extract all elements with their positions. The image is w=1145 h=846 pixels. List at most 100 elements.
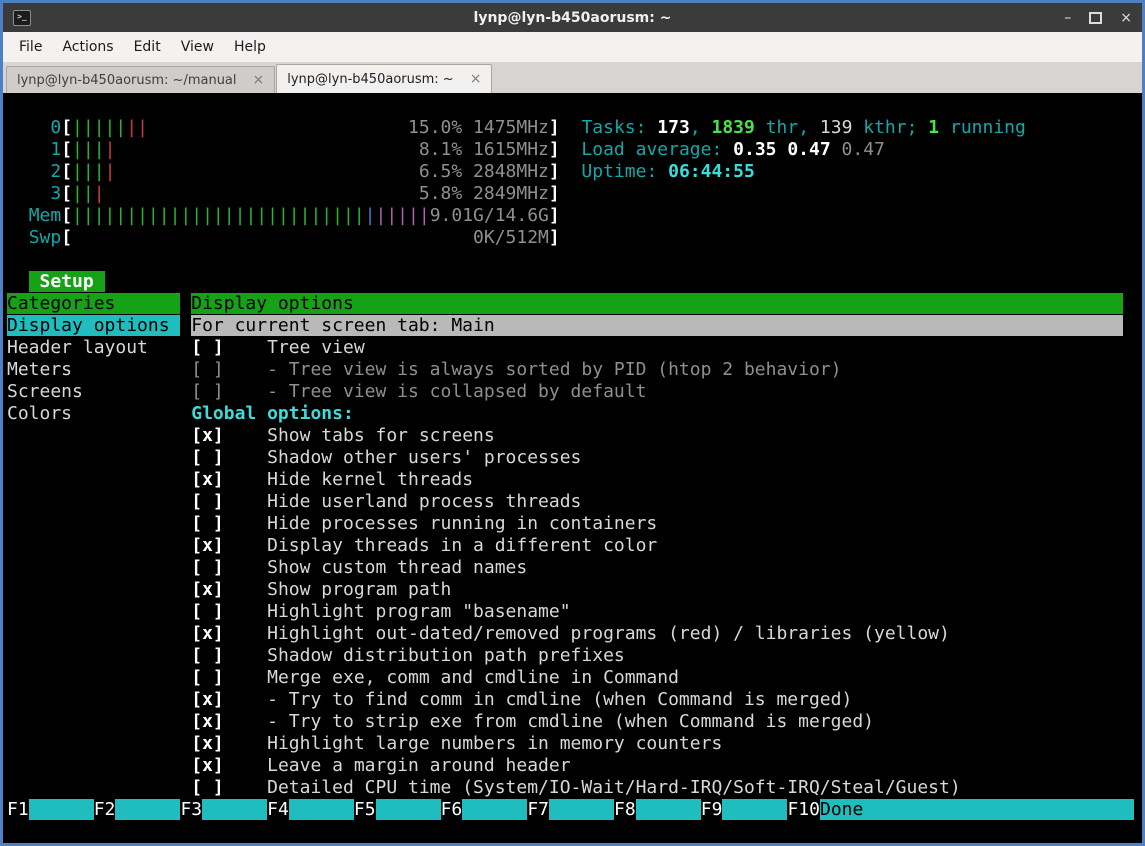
term-text: [ xyxy=(191,777,202,798)
fkey-action-F9[interactable] xyxy=(722,799,787,820)
fkey-action-F8[interactable] xyxy=(636,799,701,820)
term-text: ] xyxy=(213,513,224,534)
term-text: [ xyxy=(61,227,72,248)
tab-close-icon[interactable]: × xyxy=(253,72,265,88)
option-row-20[interactable]: [ ] Detailed CPU time (System/IO-Wait/Ha… xyxy=(7,777,1142,799)
maximize-button[interactable] xyxy=(1089,12,1102,24)
term-text xyxy=(224,777,267,798)
fkey-action-F3[interactable] xyxy=(202,799,267,820)
term-text xyxy=(224,535,267,556)
term-text xyxy=(202,557,213,578)
terminal-app-icon: >_ xyxy=(13,10,31,26)
option-row-4[interactable]: [x] Show tabs for screens xyxy=(7,425,1142,447)
term-text: [ xyxy=(191,359,202,380)
option-row-17[interactable]: [x] - Try to strip exe from cmdline (whe… xyxy=(7,711,1142,733)
term-text: - Try to strip exe from cmdline (when Co… xyxy=(267,711,874,732)
category-screens[interactable]: Screens [ ] - Tree view is collapsed by … xyxy=(7,381,1142,403)
term-text: 0.47 xyxy=(842,139,885,160)
tab-close-icon[interactable]: × xyxy=(470,71,482,87)
option-row-13[interactable]: [x] Highlight out-dated/removed programs… xyxy=(7,623,1142,645)
option-row-14[interactable]: [ ] Shadow distribution path prefixes xyxy=(7,645,1142,667)
close-button[interactable]: × xyxy=(1120,11,1132,25)
term-text xyxy=(224,579,267,600)
cpu2-meter-row: 2[|||| 6.5% 2848MHz] Uptime: 06:44:55 xyxy=(7,161,1142,183)
menu-item-actions[interactable]: Actions xyxy=(52,39,123,55)
option-row-12[interactable]: [ ] Highlight program "basename" xyxy=(7,601,1142,623)
terminal-tab-1[interactable]: lynp@lyn-b450aorusm: ~/manual× xyxy=(6,66,275,93)
fkey-label-F4[interactable]: F4 xyxy=(267,799,289,820)
term-text: Load average: xyxy=(581,139,733,160)
fkey-label-F7[interactable]: F7 xyxy=(527,799,549,820)
term-text xyxy=(224,755,267,776)
term-text xyxy=(115,161,418,182)
fkey-label-F10[interactable]: F10 xyxy=(787,799,820,820)
term-text: x xyxy=(202,755,213,776)
menu-item-view[interactable]: View xyxy=(171,39,224,55)
term-text xyxy=(224,469,267,490)
option-row-7[interactable]: [ ] Hide userland process threads xyxy=(7,491,1142,513)
option-row-10[interactable]: [ ] Show custom thread names xyxy=(7,557,1142,579)
menu-item-file[interactable]: File xyxy=(9,39,52,55)
fkey-action-F4[interactable] xyxy=(289,799,354,820)
fkey-label-F5[interactable]: F5 xyxy=(354,799,376,820)
category-meters[interactable]: Meters [ ] - Tree view is always sorted … xyxy=(7,359,1142,381)
fkey-label-F6[interactable]: F6 xyxy=(441,799,463,820)
term-text: Show program path xyxy=(267,579,451,600)
term-text xyxy=(224,359,267,380)
term-text xyxy=(7,513,180,534)
option-row-19[interactable]: [x] Leave a margin around header xyxy=(7,755,1142,777)
option-row-6[interactable]: [x] Hide kernel threads xyxy=(7,469,1142,491)
term-text: For current screen tab: Main xyxy=(191,315,1123,336)
term-text: - Tree view is collapsed by default xyxy=(267,381,646,402)
fkey-action-F5[interactable] xyxy=(376,799,441,820)
term-text xyxy=(202,601,213,622)
term-text: Shadow distribution path prefixes xyxy=(267,645,625,666)
term-text xyxy=(180,403,191,424)
option-row-16[interactable]: [x] - Try to find comm in cmdline (when … xyxy=(7,689,1142,711)
term-text xyxy=(180,469,191,490)
term-text: 1 xyxy=(50,139,61,160)
menu-item-edit[interactable]: Edit xyxy=(124,39,171,55)
term-text xyxy=(7,601,180,622)
fkey-action-F6[interactable] xyxy=(462,799,527,820)
option-row-15[interactable]: [ ] Merge exe, comm and cmdline in Comma… xyxy=(7,667,1142,689)
function-key-bar[interactable]: F1 F2 F3 F4 F5 F6 F7 F8 F9 F10Done xyxy=(7,799,1142,821)
fkey-label-F2[interactable]: F2 xyxy=(94,799,116,820)
fkey-label-F3[interactable]: F3 xyxy=(180,799,202,820)
term-text xyxy=(180,579,191,600)
fkey-label-F1[interactable]: F1 xyxy=(7,799,29,820)
menu-item-help[interactable]: Help xyxy=(224,39,276,55)
fkey-action-F2[interactable] xyxy=(115,799,180,820)
option-row-18[interactable]: [x] Highlight large numbers in memory co… xyxy=(7,733,1142,755)
option-row-5[interactable]: [ ] Shadow other users' processes xyxy=(7,447,1142,469)
category-colors[interactable]: Colors Global options: xyxy=(7,403,1142,425)
fkey-action-F1[interactable] xyxy=(29,799,94,820)
term-text xyxy=(224,689,267,710)
term-text: || xyxy=(72,183,94,204)
titlebar[interactable]: >_ lynp@lyn-b450aorusm: ~ –× xyxy=(3,3,1142,32)
option-row-8[interactable]: [ ] Hide processes running in containers xyxy=(7,513,1142,535)
term-text: ] xyxy=(213,557,224,578)
term-text xyxy=(7,645,180,666)
option-row-9[interactable]: [x] Display threads in a different color xyxy=(7,535,1142,557)
fkey-label-F8[interactable]: F8 xyxy=(614,799,636,820)
term-text: Global options: xyxy=(191,403,354,424)
term-text: 3 xyxy=(50,183,61,204)
terminal-tab-2[interactable]: lynp@lyn-b450aorusm: ~× xyxy=(276,64,492,93)
term-text: 6.5% 2848MHz xyxy=(419,161,549,182)
term-text xyxy=(7,469,180,490)
terminal-screen[interactable]: 0[||||||| 15.0% 1475MHz] Tasks: 173, 183… xyxy=(3,93,1142,843)
option-row-11[interactable]: [x] Show program path xyxy=(7,579,1142,601)
term-text: running xyxy=(939,117,1026,138)
category-display-options[interactable]: Display options For current screen tab: … xyxy=(7,315,1142,337)
term-text: [ xyxy=(191,447,202,468)
term-text xyxy=(202,359,213,380)
term-text: 0K/512M xyxy=(473,227,549,248)
fkey-action-F10[interactable]: Done xyxy=(820,799,1134,820)
category-header-layout[interactable]: Header layout [ ] Tree view xyxy=(7,337,1142,359)
fkey-action-F7[interactable] xyxy=(549,799,614,820)
term-text: x xyxy=(202,711,213,732)
term-text: [ xyxy=(61,161,72,182)
minimize-button[interactable]: – xyxy=(1064,11,1071,25)
fkey-label-F9[interactable]: F9 xyxy=(701,799,723,820)
